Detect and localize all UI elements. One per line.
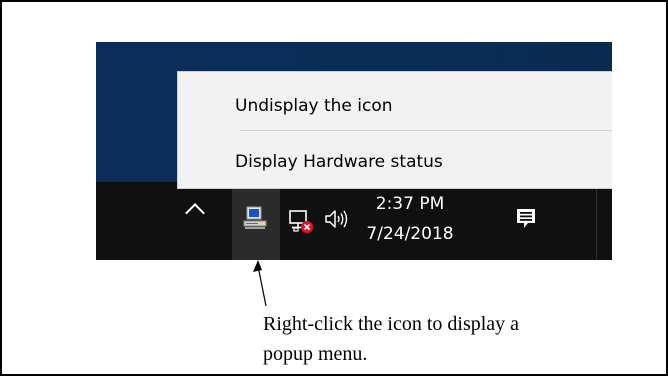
pointer-arrow [253,260,267,307]
caption-line-2: popup menu. [263,343,368,365]
volume-icon[interactable] [324,208,350,230]
menu-item-undisplay-icon[interactable]: Undisplay the icon [178,82,612,130]
action-center-icon[interactable] [515,207,537,231]
figure-frame: 2:37 PM 7/24/2018 Undisplay the icon Dis… [0,0,668,376]
menu-item-label: Display Hardware status [235,152,443,172]
menu-item-display-hardware-status[interactable]: Display Hardware status [178,138,612,186]
hardware-status-icon[interactable] [242,205,268,231]
show-desktop-divider [596,182,597,260]
menu-separator [240,130,612,131]
context-menu: Undisplay the icon Display Hardware stat… [178,72,612,188]
clock-time: 2:37 PM [375,194,445,214]
taskbar-clock[interactable]: 2:37 PM 7/24/2018 [364,189,456,249]
taskbar-screenshot: 2:37 PM 7/24/2018 Undisplay the icon Dis… [96,42,612,260]
menu-item-label: Undisplay the icon [235,96,393,116]
caption-line-1: Right-click the icon to display a [263,313,520,335]
clock-date: 7/24/2018 [366,224,454,244]
network-error-icon[interactable] [288,208,314,234]
caption: Right-click the icon to display a popup … [263,309,663,369]
